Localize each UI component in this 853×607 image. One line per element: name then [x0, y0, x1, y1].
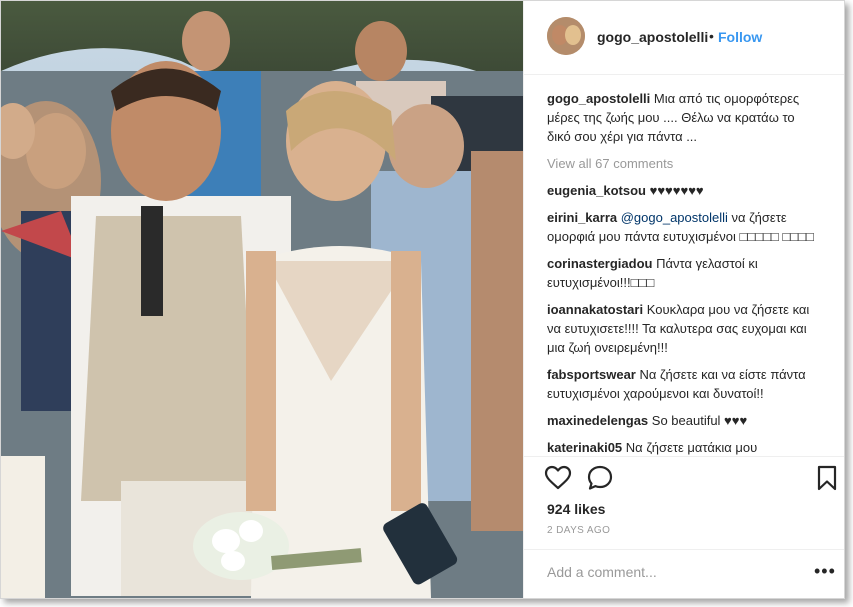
comment-item: maxinedelengas So beautiful ♥♥♥: [547, 411, 817, 430]
bookmark-icon[interactable]: [813, 464, 841, 492]
follow-button[interactable]: Follow: [718, 29, 762, 45]
header-separator: •: [709, 28, 714, 44]
comment-text: ♥♥♥♥♥♥♥: [649, 183, 704, 198]
divider: [524, 456, 844, 457]
comment-username[interactable]: eugenia_kotsou: [547, 183, 646, 198]
comment-username[interactable]: maxinedelengas: [547, 413, 648, 428]
avatar[interactable]: [547, 17, 585, 55]
comment-username[interactable]: fabsportswear: [547, 367, 636, 382]
comment-item: katerinaki05 Να ζήσετε ματάκια μου: [547, 438, 817, 455]
post-header: gogo_apostolelli • Follow: [524, 1, 844, 75]
comment-text: Να ζήσετε ματάκια μου: [625, 440, 758, 455]
comment-mention[interactable]: @gogo_apostolelli: [621, 210, 728, 225]
more-options-icon[interactable]: •••: [814, 562, 836, 580]
comment-item: eirini_karra @gogo_apostolelli να ζήσετε…: [547, 208, 817, 246]
comment-username[interactable]: eirini_karra: [547, 210, 617, 225]
comment-item: ioannakatostari Κουκλαρα μου να ζήσετε κ…: [547, 300, 817, 357]
header-username[interactable]: gogo_apostolelli: [597, 29, 708, 45]
instagram-post-window: gogo_apostolelli • Follow gogo_apostolel…: [0, 0, 845, 599]
comment-item: eugenia_kotsou ♥♥♥♥♥♥♥: [547, 181, 817, 200]
likes-count[interactable]: 924 likes: [547, 501, 605, 517]
wedding-photo-illustration: [1, 1, 523, 598]
comment-username[interactable]: katerinaki05: [547, 440, 622, 455]
comments-list: gogo_apostolelli Μια από τις ομορφότερες…: [547, 89, 817, 455]
speech-bubble-icon[interactable]: [586, 464, 614, 492]
view-all-comments-link[interactable]: View all 67 comments: [547, 154, 817, 173]
post-side-panel: gogo_apostolelli • Follow gogo_apostolel…: [523, 1, 844, 598]
comment-username[interactable]: corinastergiadou: [547, 256, 652, 271]
comment-username[interactable]: ioannakatostari: [547, 302, 643, 317]
divider: [524, 549, 844, 550]
heart-icon[interactable]: [544, 464, 572, 492]
comment-item: fabsportswear Να ζήσετε και να είστε πάν…: [547, 365, 817, 403]
add-comment-input[interactable]: [547, 561, 787, 583]
caption-username[interactable]: gogo_apostolelli: [547, 91, 650, 106]
comment-item: corinastergiadou Πάντα γελαστοί κι ευτυχ…: [547, 254, 817, 292]
post-date: 2 DAYS AGO: [547, 525, 611, 536]
caption: gogo_apostolelli Μια από τις ομορφότερες…: [547, 89, 817, 146]
post-photo[interactable]: [1, 1, 523, 598]
comment-text: So beautiful ♥♥♥: [651, 413, 748, 428]
